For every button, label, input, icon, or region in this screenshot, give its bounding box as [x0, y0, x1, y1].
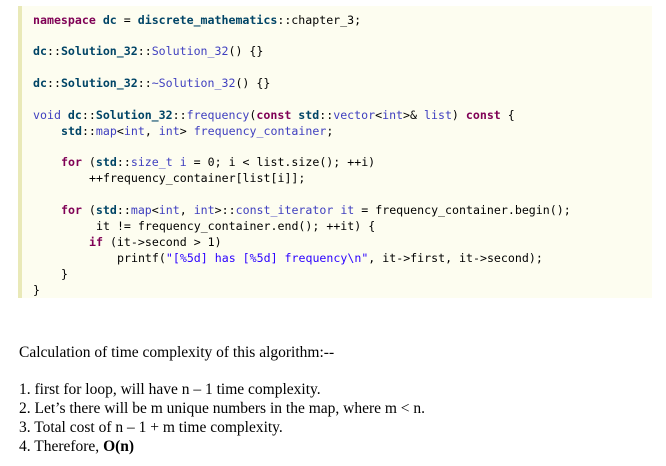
code-token: (it->second > 1): [102, 235, 222, 249]
code-token: ::: [137, 44, 152, 58]
code-token: frequency: [186, 108, 250, 122]
code-token: ;: [326, 124, 334, 138]
code-token: ::: [116, 203, 131, 217]
explanation-item-text: 2. Let’s there will be m unique numbers …: [19, 400, 426, 417]
code-token: <: [151, 203, 159, 217]
code-token: () {}: [228, 44, 264, 58]
code-token: {: [500, 108, 515, 122]
code-token: ::: [116, 155, 131, 169]
code-token: vector: [333, 108, 376, 122]
code-token: Solution_32: [60, 76, 138, 90]
code-token: map: [130, 203, 152, 217]
code-token: i: [179, 155, 187, 169]
code-token: >&: [403, 108, 424, 122]
explanation-item-2: 2. Let’s there will be m unique numbers …: [19, 399, 425, 418]
code-token: dc: [102, 13, 117, 27]
code-token: std: [61, 124, 82, 138]
explanation-item-3: 3. Total cost of n – 1 + m time complexi…: [19, 418, 283, 437]
code-token: dc: [67, 108, 82, 122]
code-token: (: [81, 203, 96, 217]
code-token: >: [179, 124, 194, 138]
explanation-heading: Calculation of time complexity of this a…: [19, 344, 335, 361]
code-line: for (std::map<int, int>::const_iterator …: [61, 203, 571, 217]
code-token: =: [116, 13, 138, 27]
code-token: Solution_32: [60, 44, 138, 58]
code-token: }: [33, 283, 40, 297]
code-line: }: [61, 267, 68, 281]
explanation-item-4: 4. Therefore, O(n): [19, 437, 134, 456]
explanation-item-1: 1. first for loop, will have n – 1 time …: [19, 380, 321, 399]
code-token: int: [193, 203, 215, 217]
code-token: std: [95, 155, 117, 169]
code-token: ::: [46, 44, 61, 58]
code-line: }: [33, 283, 40, 297]
code-token: ::: [81, 108, 96, 122]
code-token: it != frequency_container.end(); ++it) {: [96, 219, 376, 233]
code-token: namespace: [33, 13, 96, 27]
code-token: = frequency_container.begin();: [354, 203, 571, 217]
code-line: std::map<int, int> frequency_container;: [61, 124, 333, 138]
explanation-item-text: 1. first for loop, will have n – 1 time …: [19, 381, 321, 398]
code-token: ++frequency_container[list[i]];: [89, 171, 306, 185]
code-token: ): [451, 108, 466, 122]
code-token: (: [81, 155, 96, 169]
code-token: }: [61, 267, 68, 281]
complexity-result: O(n): [103, 438, 135, 455]
code-token: "[%5d] has [%5d] frequency\n": [165, 251, 369, 265]
code-token: ::: [81, 124, 96, 138]
code-token: const: [465, 108, 501, 122]
code-line: ++frequency_container[list[i]];: [89, 171, 305, 185]
code-token: = 0; i < list.size(); ++i): [186, 155, 376, 169]
code-line: it != frequency_container.end(); ++it) {: [96, 219, 375, 233]
code-token: for: [61, 203, 82, 217]
code-line: dc::Solution_32::~Solution_32() {}: [33, 76, 270, 90]
code-token: void: [33, 108, 61, 122]
code-token: list: [424, 108, 452, 122]
code-line: if (it->second > 1): [89, 235, 222, 249]
code-token: ::: [172, 108, 187, 122]
code-token: dc: [33, 76, 47, 90]
code-token: it: [340, 203, 355, 217]
code-line: dc::Solution_32::Solution_32() {}: [33, 44, 263, 58]
code-line: void dc::Solution_32::frequency(const st…: [33, 108, 515, 122]
code-token: dc: [33, 44, 47, 58]
code-token: for: [61, 155, 82, 169]
code-token: std: [298, 108, 320, 122]
code-token: int: [123, 124, 145, 138]
code-token: const: [256, 108, 292, 122]
code-line: printf("[%5d] has [%5d] frequency\n", it…: [117, 251, 543, 265]
code-token: ,: [179, 203, 194, 217]
code-token: int: [158, 124, 180, 138]
code-token: ~Solution_32: [151, 76, 236, 90]
code-line: namespace dc = discrete_mathematics::cha…: [33, 13, 361, 27]
explanation-item-text: 3. Total cost of n – 1 + m time complexi…: [19, 419, 283, 436]
code-token: <: [116, 124, 124, 138]
code-token: size_t: [130, 155, 173, 169]
code-token: ::: [46, 76, 61, 90]
code-token: int: [158, 203, 180, 217]
explanation-item-text: 4. Therefore,: [19, 438, 104, 455]
code-token: Solution_32: [95, 108, 173, 122]
code-token: const_iterator: [235, 203, 334, 217]
code-token: , it->first, it->second);: [368, 251, 543, 265]
code-token: discrete_mathematics: [137, 13, 278, 27]
code-token: ,: [144, 124, 159, 138]
code-token: () {}: [235, 76, 271, 90]
code-token: Solution_32: [151, 44, 229, 58]
code-token: int: [382, 108, 404, 122]
code-token: >::: [214, 203, 236, 217]
code-token: printf(: [117, 251, 166, 265]
code-token: std: [95, 203, 117, 217]
code-token: ::chapter_3;: [277, 13, 362, 27]
code-token: map: [95, 124, 117, 138]
code-line: for (std::size_t i = 0; i < list.size();…: [61, 155, 375, 169]
code-token: ::: [319, 108, 334, 122]
code-token: frequency_container: [193, 124, 327, 138]
code-token: ::: [137, 76, 152, 90]
code-token: if: [89, 235, 103, 249]
